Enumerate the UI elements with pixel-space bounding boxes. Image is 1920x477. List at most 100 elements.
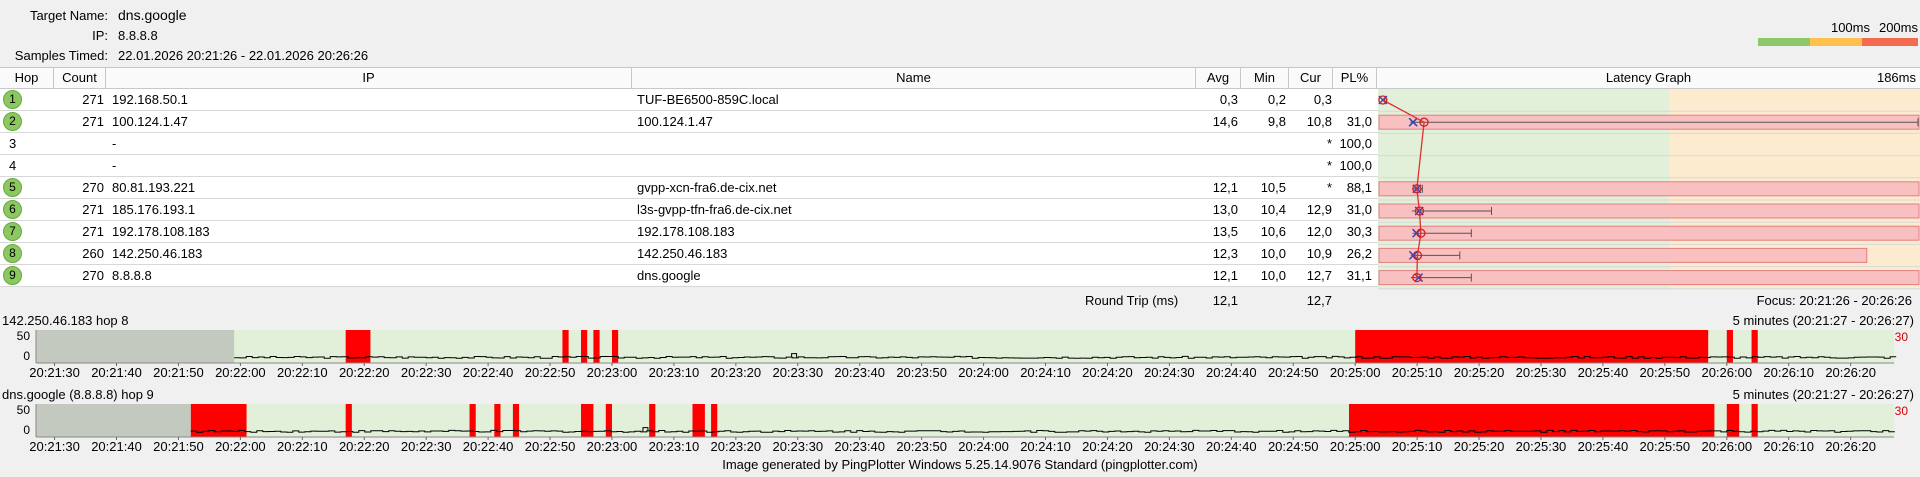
hop-number: 4	[3, 155, 23, 175]
hop-avg	[1192, 155, 1238, 176]
x-tick-label: 20:22:20	[339, 365, 390, 380]
hop-packet-loss: 26,2	[1346, 246, 1372, 261]
packet-loss-burst	[581, 330, 588, 363]
x-tick-label: 20:22:40	[463, 439, 514, 454]
hop-min: 10,0	[1260, 268, 1286, 283]
hop-cur: *	[1326, 158, 1332, 173]
hop-number: 9	[3, 265, 23, 285]
hop-number-text: 4	[9, 158, 17, 173]
max-loss-label: 30	[1895, 330, 1909, 344]
hop-name: TUF-BE6500-859C.local	[637, 92, 779, 107]
hop-ip: 192.178.108.183	[112, 224, 210, 239]
x-tick-label: 20:26:00	[1701, 365, 1752, 380]
packet-loss-bar	[1378, 181, 1920, 197]
col-pl-header[interactable]: PL%	[1333, 68, 1377, 88]
hop-number: 8	[3, 243, 23, 263]
x-tick-label: 20:22:40	[463, 365, 514, 380]
hop-avg: 12,1	[1212, 268, 1238, 283]
packet-loss-burst	[1726, 330, 1733, 363]
hop-number: 2	[3, 111, 23, 131]
hop-count: 271	[82, 92, 104, 107]
samples-timed-label: Samples Timed:	[14, 48, 108, 63]
col-name-header[interactable]: Name	[632, 68, 1196, 88]
round-trip-avg: 12,1	[1212, 293, 1238, 308]
x-tick-label: 20:24:00	[958, 439, 1009, 454]
col-avg-header[interactable]: Avg	[1196, 68, 1241, 88]
hop-ip: 142.250.46.183	[112, 246, 203, 261]
hop-cur: 0,3	[1313, 92, 1332, 107]
x-tick-label: 20:23:30	[772, 439, 823, 454]
latency-graph-title: Latency Graph	[1605, 70, 1692, 85]
hop-min: 0,2	[1267, 92, 1286, 107]
hop-packet-loss: 31,0	[1346, 114, 1372, 129]
hop-avg: 14,6	[1212, 114, 1238, 129]
target-name-value: dns.google	[118, 7, 187, 23]
x-tick-label: 20:25:50	[1640, 439, 1691, 454]
hop-count: 271	[82, 114, 104, 129]
x-tick-label: 20:26:20	[1825, 439, 1876, 454]
x-tick-label: 20:23:10	[649, 439, 700, 454]
hop-status-circle: 8	[3, 244, 22, 263]
y-tick-label: 50	[17, 403, 31, 417]
max-loss-label: 30	[1895, 404, 1909, 418]
hop-ip: 8.8.8.8	[112, 268, 152, 283]
x-tick-label: 20:24:30	[1144, 365, 1195, 380]
x-tick-label: 20:24:10	[1020, 439, 1071, 454]
footer-credit: Image generated by PingPlotter Windows 5…	[722, 457, 1198, 472]
hop-name: 142.250.46.183	[637, 246, 728, 261]
packet-loss-burst	[512, 404, 520, 437]
x-tick-label: 20:25:30	[1516, 365, 1567, 380]
x-tick-label: 20:25:50	[1640, 365, 1691, 380]
timeline-graph-hop9[interactable]: dns.google (8.8.8.8) hop 9 5 minutes (20…	[0, 387, 1920, 465]
hop-name: 192.178.108.183	[637, 224, 735, 239]
no-data-region	[36, 330, 235, 363]
hop-min	[1242, 155, 1286, 176]
x-tick-label: 20:24:50	[1268, 365, 1319, 380]
x-tick-label: 20:22:50	[525, 365, 576, 380]
hop-name: 100.124.1.47	[637, 114, 713, 129]
hop-min: 10,0	[1260, 246, 1286, 261]
hop-packet-loss: 31,1	[1346, 268, 1372, 283]
hop-count: 270	[82, 268, 104, 283]
x-tick-label: 20:23:00	[587, 365, 638, 380]
ip-label: IP:	[92, 28, 108, 43]
trace-table-header: Hop Count IP Name Avg Min Cur PL% Latenc…	[0, 67, 1920, 89]
no-data-region	[36, 404, 191, 437]
timeline-graph-hop8[interactable]: 142.250.46.183 hop 8 5 minutes (20:21:27…	[0, 313, 1920, 391]
packet-loss-burst	[1726, 404, 1740, 437]
scale-low-label: 100ms	[1830, 20, 1870, 35]
hop-packet-loss: 100,0	[1339, 136, 1372, 151]
hop-status-circle: 5	[3, 178, 22, 197]
hop-name: gvpp-xcn-fra6.de-cix.net	[637, 180, 777, 195]
y-tick-label: 50	[17, 329, 31, 343]
x-tick-label: 20:22:00	[215, 439, 266, 454]
x-tick-label: 20:23:30	[772, 365, 823, 380]
hop-cur: 10,8	[1306, 114, 1332, 129]
x-tick-label: 20:24:50	[1268, 439, 1319, 454]
hop-packet-loss	[1334, 89, 1372, 110]
x-tick-label: 20:23:00	[587, 439, 638, 454]
packet-loss-burst	[562, 330, 569, 363]
hop-number: 3	[3, 133, 23, 153]
x-tick-label: 20:23:20	[711, 439, 762, 454]
x-tick-label: 20:24:40	[1206, 439, 1257, 454]
hop-count	[58, 133, 104, 154]
scale-yellow-segment	[1810, 38, 1862, 46]
x-tick-label: 20:23:40	[834, 365, 885, 380]
x-tick-label: 20:22:20	[339, 439, 390, 454]
hop-avg: 13,0	[1212, 202, 1238, 217]
x-tick-label: 20:22:30	[401, 365, 452, 380]
hop-min: 10,6	[1260, 224, 1286, 239]
hop-avg: 12,1	[1212, 180, 1238, 195]
round-trip-label: Round Trip (ms)	[1085, 293, 1179, 308]
col-min-header[interactable]: Min	[1241, 68, 1289, 88]
hop-status-circle: 2	[3, 112, 22, 131]
col-latency-graph-header[interactable]: Latency Graph 186ms	[1377, 68, 1920, 88]
col-hop-header[interactable]: Hop	[0, 68, 54, 88]
col-ip-header[interactable]: IP	[106, 68, 632, 88]
col-count-header[interactable]: Count	[54, 68, 106, 88]
hop-ip: 192.168.50.1	[112, 92, 188, 107]
x-tick-label: 20:25:10	[1392, 365, 1443, 380]
col-cur-header[interactable]: Cur	[1289, 68, 1333, 88]
x-tick-label: 20:24:30	[1144, 439, 1195, 454]
